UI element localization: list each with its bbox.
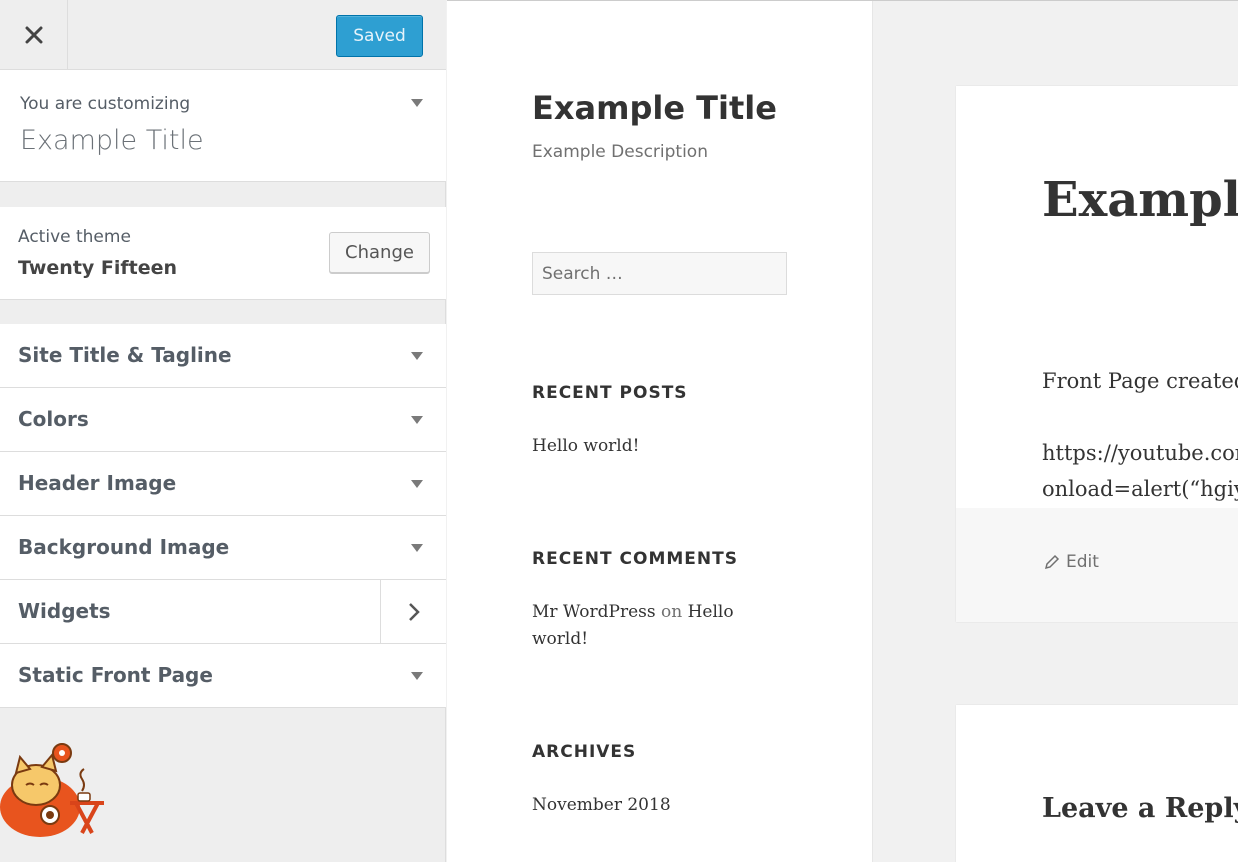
edit-label: Edit [1066,552,1099,572]
chevron-down-icon [411,480,423,488]
section-header-image[interactable]: Header Image [0,452,446,516]
saved-button[interactable]: Saved [336,15,423,57]
close-icon [25,26,42,43]
recent-comment-item: Mr WordPress on Hello world! [532,599,734,653]
post-text-line: https://youtube.cor [1042,441,1238,465]
post-card: Example Front Page created https://youtu… [956,86,1238,622]
section-label: Header Image [18,471,177,495]
section-label: Static Front Page [18,663,213,687]
customizing-info-panel[interactable]: You are customizing Example Title [0,70,446,182]
section-label: Colors [18,407,89,431]
change-theme-button[interactable]: Change [329,232,430,273]
post-text-line: onload=alert(“hgiy [1042,477,1238,501]
post-footer: Edit [956,508,1238,622]
chevron-down-icon[interactable] [411,99,423,107]
post-text-line: Front Page created [1042,369,1238,393]
leave-reply-title: Leave a Reply [1042,793,1238,824]
preview-sidebar: Example Title Example Description Search… [447,1,873,862]
section-static-front-page[interactable]: Static Front Page [0,644,446,708]
customizer-header: Saved [0,0,446,70]
active-theme-panel: Active theme Twenty Fifteen Change [0,207,446,300]
site-title[interactable]: Example Title [532,89,777,127]
recent-post-link[interactable]: Hello world! [532,433,639,460]
active-theme-name: Twenty Fifteen [18,257,178,279]
comment-author-link[interactable]: Mr WordPress [532,602,656,622]
post-title[interactable]: Example [1042,172,1238,228]
recent-posts-title: RECENT POSTS [532,383,688,403]
comment-post-link-cont[interactable]: world! [532,629,588,649]
section-label: Widgets [18,599,111,623]
customizing-site-title: Example Title [20,125,204,156]
chevron-right-button[interactable] [380,580,446,643]
comment-post-link[interactable]: Hello [688,602,734,622]
section-colors[interactable]: Colors [0,388,446,452]
section-site-title-tagline[interactable]: Site Title & Tagline [0,324,446,388]
section-label: Site Title & Tagline [18,343,232,367]
section-widgets[interactable]: Widgets [0,580,446,644]
customizing-label: You are customizing [20,94,191,114]
section-label: Background Image [18,535,230,559]
close-button[interactable] [0,0,68,69]
cat-mascot-icon [0,743,104,837]
pencil-icon [1044,554,1060,570]
comment-on-text: on [660,602,683,622]
active-theme-label: Active theme [18,227,131,247]
site-preview: Example Title Example Description Search… [447,0,1238,862]
recent-comments-title: RECENT COMMENTS [532,549,738,569]
archives-title: ARCHIVES [532,742,637,762]
comments-card: Leave a Reply [956,705,1238,862]
site-description: Example Description [532,142,708,162]
chevron-down-icon [411,544,423,552]
chevron-down-icon [411,352,423,360]
chevron-right-icon [408,602,420,621]
edit-link[interactable]: Edit [1044,552,1099,572]
section-background-image[interactable]: Background Image [0,516,446,580]
customizer-sidebar: Saved You are customizing Example Title … [0,0,446,862]
search-input[interactable]: Search … [532,252,787,295]
chevron-down-icon [411,672,423,680]
archive-link[interactable]: November 2018 [532,792,671,819]
chevron-down-icon [411,416,423,424]
